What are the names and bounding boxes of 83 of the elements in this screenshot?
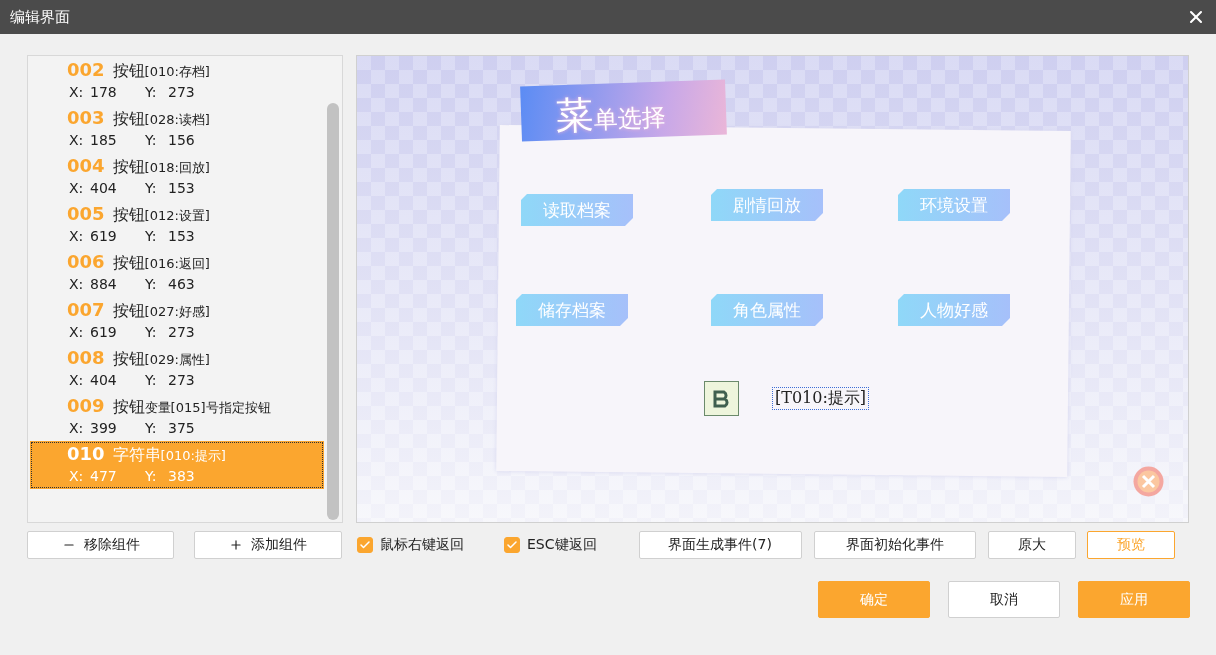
x-value: 477 [90, 468, 118, 484]
x-label: X: [69, 228, 85, 244]
y-value: 156 [168, 132, 196, 148]
component-number: 004 [67, 155, 105, 176]
checkbox[interactable]: ESC键返回 [504, 536, 597, 554]
component-label: 按钮[016:返回] [112, 253, 210, 274]
y-label: Y: [145, 132, 158, 148]
component-number: 006 [67, 251, 105, 272]
checkbox-label: ESC键返回 [527, 536, 597, 554]
x-value: 178 [90, 84, 118, 100]
toolbar-button[interactable]: 界面初始化事件 [813, 531, 976, 559]
text-element[interactable]: [T010:提示] [772, 387, 870, 410]
y-label: Y: [145, 180, 158, 196]
component-number: 007 [67, 299, 105, 320]
x-value: 399 [90, 420, 118, 436]
component-number: 009 [67, 395, 105, 416]
y-value: 273 [168, 84, 196, 100]
component-number: 002 [67, 59, 105, 80]
checkbox-box[interactable] [504, 537, 520, 553]
checkbox[interactable]: 鼠标右键返回 [357, 536, 464, 554]
component-item[interactable]: 007 按钮[027:好感] X: 619 Y: 273 [30, 297, 324, 345]
y-value: 375 [168, 420, 196, 436]
y-value: 153 [168, 228, 196, 244]
plus-icon [229, 538, 243, 552]
y-value: 273 [168, 372, 196, 388]
checkmark-icon [359, 539, 371, 551]
component-label: 按钮[029:属性] [112, 349, 210, 370]
y-label: Y: [145, 372, 158, 388]
component-item[interactable]: 002 按钮[010:存档] X: 178 Y: 273 [30, 57, 324, 105]
y-value: 463 [168, 276, 196, 292]
y-label: Y: [145, 84, 158, 100]
y-label: Y: [145, 276, 158, 292]
checkmark-icon [506, 539, 518, 551]
window-title: 编辑界面 [10, 7, 70, 27]
x-label: X: [69, 468, 85, 484]
component-label: 按钮变量[015]号指定按钮 [112, 397, 271, 418]
x-label: X: [69, 132, 85, 148]
x-label: X: [69, 276, 85, 292]
component-item[interactable]: 005 按钮[012:设置] X: 619 Y: 153 [30, 201, 324, 249]
add-component-button[interactable]: 添加组件 [194, 531, 342, 559]
y-label: Y: [145, 324, 158, 340]
x-label: X: [69, 372, 85, 388]
component-label: 字符串[010:提示] [112, 445, 226, 466]
x-value: 185 [90, 132, 118, 148]
close-circle-icon[interactable] [1133, 466, 1164, 497]
dialog-button[interactable]: 取消 [948, 581, 1060, 618]
checkbox-label: 鼠标右键返回 [380, 536, 464, 554]
component-label: 按钮[027:好感] [112, 301, 210, 322]
component-label: 按钮[028:读档] [112, 109, 210, 130]
component-item[interactable]: 006 按钮[016:返回] X: 884 Y: 463 [30, 249, 324, 297]
component-label: 按钮[012:设置] [112, 205, 210, 226]
toolbar-button[interactable]: 界面生成事件(7) [638, 531, 802, 559]
letter-b-icon [704, 381, 739, 416]
component-number: 003 [67, 107, 105, 128]
toolbar-button[interactable]: 原大 [987, 531, 1076, 559]
x-label: X: [69, 420, 85, 436]
component-item[interactable]: 008 按钮[029:属性] X: 404 Y: 273 [30, 345, 324, 393]
x-value: 404 [90, 180, 118, 196]
menu-title-banner: 菜单选择 [520, 79, 727, 142]
x-value: 884 [90, 276, 118, 292]
component-number: 005 [67, 203, 105, 224]
component-item[interactable]: 003 按钮[028:读档] X: 185 Y: 156 [30, 105, 324, 153]
x-label: X: [69, 84, 85, 100]
checkbox-box[interactable] [357, 537, 373, 553]
remove-component-button[interactable]: 移除组件 [27, 531, 174, 559]
x-label: X: [69, 180, 85, 196]
y-value: 153 [168, 180, 196, 196]
y-value: 273 [168, 324, 196, 340]
component-item[interactable]: 009 按钮变量[015]号指定按钮 X: 399 Y: 375 [30, 393, 324, 441]
x-value: 619 [90, 324, 118, 340]
scrollbar-thumb[interactable] [327, 103, 339, 520]
y-value: 383 [168, 468, 196, 484]
x-label: X: [69, 324, 85, 340]
y-label: Y: [145, 420, 158, 436]
component-label: 按钮[018:回放] [112, 157, 210, 178]
y-label: Y: [145, 228, 158, 244]
component-item[interactable]: 004 按钮[018:回放] X: 404 Y: 153 [30, 153, 324, 201]
component-number: 008 [67, 347, 105, 368]
x-value: 404 [90, 372, 118, 388]
component-label: 按钮[010:存档] [112, 61, 210, 82]
component-number: 010 [67, 443, 105, 464]
x-value: 619 [90, 228, 118, 244]
y-label: Y: [145, 468, 158, 484]
